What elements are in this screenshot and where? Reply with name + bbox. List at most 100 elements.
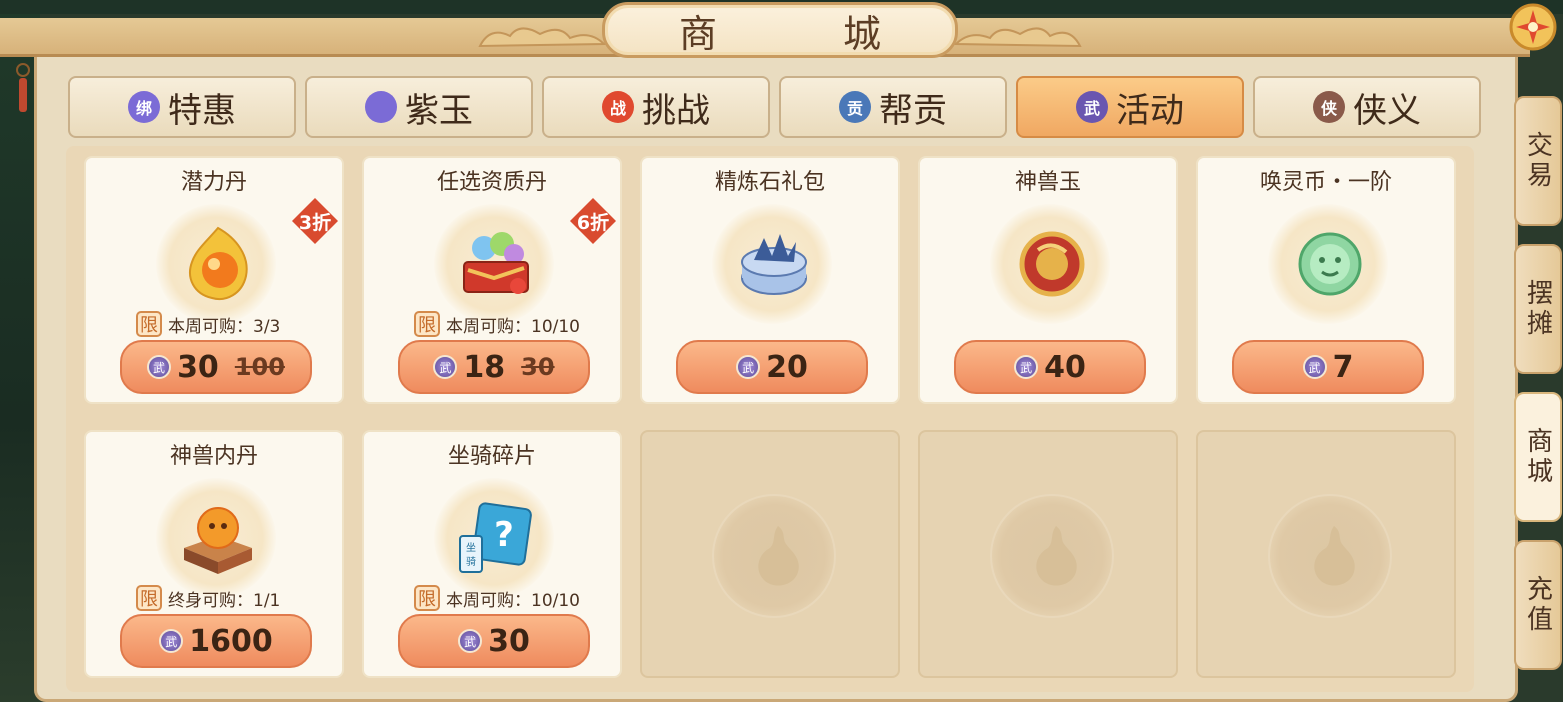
shop-item-card[interactable]: 神兽内丹限终身可购：1/1 武 1600 [84, 430, 344, 678]
purchase-limit: 限终身可购：1/1 [136, 584, 280, 612]
limit-text: 终身可购：1/1 [168, 590, 281, 611]
price: 1600 [189, 623, 273, 659]
spirit-coin-icon [1298, 232, 1362, 296]
svg-text:?: ? [494, 515, 514, 555]
shop-item-card[interactable]: 坐骑碎片? 坐骑限本周可购：10/10 武 30 [362, 430, 622, 678]
purchase-limit: 限本周可购：3/3 [136, 310, 280, 338]
limit-badge: 限 [414, 585, 440, 611]
activity-coin-icon: 武 [1302, 355, 1327, 379]
item-name: 神兽玉 [1014, 170, 1081, 195]
buy-button[interactable]: 武 1600 [120, 614, 312, 668]
side-tab-2[interactable]: 商城 [1514, 392, 1562, 522]
activity-coin-icon: 武 [147, 355, 172, 379]
price: 20 [766, 349, 808, 385]
item-name: 神兽内丹 [169, 444, 258, 469]
tab-label: 活动 [1116, 90, 1184, 131]
placeholder-gourd-icon [1314, 526, 1355, 586]
cloud-ornament-right-icon [953, 27, 1082, 48]
price: 7 [1332, 349, 1354, 385]
buy-button[interactable]: 武7 [1232, 340, 1424, 394]
item-name: 潜力丹 [180, 170, 247, 195]
challenge-icon: 战 [602, 91, 634, 123]
page-title: 商 城 [678, 11, 925, 56]
buy-button[interactable]: 武 30 [398, 614, 590, 668]
buy-button[interactable]: 武 40 [954, 340, 1146, 394]
tab-1[interactable]: 紫玉 [305, 76, 533, 138]
tab-label: 帮贡 [879, 90, 947, 131]
price: 30 [177, 349, 219, 385]
tab-label: 紫玉 [405, 90, 473, 131]
limit-badge: 限 [414, 311, 440, 337]
chivalry-icon: 侠 [1313, 91, 1345, 123]
tab-4[interactable]: 武活动 [1016, 76, 1244, 138]
item-name: 任选资质丹 [436, 170, 547, 195]
activity-coin-icon: 武 [1014, 355, 1039, 379]
shop-item-card[interactable]: 唤灵币・一阶武 7 [1196, 156, 1456, 404]
divine-beast-jade-icon [1019, 231, 1085, 297]
tab-5[interactable]: 侠侠义 [1253, 76, 1481, 138]
mount-fragment-icon: ? 坐骑 [459, 502, 532, 573]
discount-badge: 3折 [290, 196, 340, 246]
side-tab-3[interactable]: 充值 [1514, 540, 1562, 670]
shop-item-card[interactable]: 神兽玉武 40 [918, 156, 1178, 404]
side-tab-label: 交易 [1522, 131, 1553, 191]
limit-text: 本周可购：10/10 [446, 590, 580, 611]
discount-badge: 6折 [568, 196, 618, 246]
item-name: 坐骑碎片 [447, 444, 536, 469]
side-tab-0[interactable]: 交易 [1514, 96, 1562, 226]
potential-pill-icon [189, 226, 248, 300]
purple-jade-icon [365, 91, 397, 123]
activity-coin-icon: 武 [736, 355, 761, 379]
title-plate: 商 城 [602, 2, 958, 58]
limit-badge: 限 [136, 311, 162, 337]
original-price: 30 [521, 353, 555, 381]
price: 18 [463, 349, 506, 385]
limit-text: 本周可购：3/3 [168, 316, 281, 337]
item-name: 唤灵币・一阶 [1259, 170, 1392, 195]
shop-item-card[interactable]: 任选资质丹 6折限本周可购：10/10 武 18 30 [362, 156, 622, 404]
limit-badge: 限 [136, 585, 162, 611]
price: 40 [1044, 349, 1086, 385]
tab-2[interactable]: 战挑战 [542, 76, 770, 138]
activity-coin-icon: 武 [159, 629, 184, 653]
original-price: 100 [234, 353, 285, 381]
purchase-limit: 限本周可购：10/10 [414, 310, 580, 338]
activity-coin-icon: 武 [433, 355, 458, 379]
side-tab-label: 商城 [1522, 427, 1553, 487]
empty-slot [640, 430, 900, 678]
tab-3[interactable]: 贡帮贡 [779, 76, 1007, 138]
buy-button[interactable]: 武 18 30 [398, 340, 590, 394]
side-tab-label: 摆摊 [1522, 279, 1553, 339]
item-grid: 潜力丹 3折限本周可购：3/3 武 30 100 任选资质丹 6折限本周可购：10/10 武 1… [66, 146, 1474, 692]
tab-label: 侠义 [1353, 90, 1421, 131]
buy-button[interactable]: 武 30 100 [120, 340, 312, 394]
guild-contribution-icon: 贡 [839, 91, 871, 123]
tab-0[interactable]: 绑特惠 [68, 76, 296, 138]
refining-stone-pack-icon [741, 234, 807, 295]
cloud-ornament-left-icon [478, 27, 607, 48]
limit-text: 本周可购：10/10 [446, 316, 580, 337]
side-tab-label: 充值 [1522, 575, 1553, 635]
discount-text: 3折 [298, 212, 332, 234]
discount-text: 6折 [576, 212, 610, 234]
price: 30 [488, 623, 530, 659]
close-icon[interactable] [1508, 2, 1558, 52]
shop-item-card[interactable]: 精炼石礼包武 20 [640, 156, 900, 404]
placeholder-gourd-icon [758, 526, 799, 586]
tassel-icon [16, 63, 30, 112]
side-tab-1[interactable]: 摆摊 [1514, 244, 1562, 374]
empty-slot [918, 430, 1178, 678]
jade-bound-icon: 绑 [128, 91, 160, 123]
shop-item-card[interactable]: 潜力丹 3折限本周可购：3/3 武 30 100 [84, 156, 344, 404]
beast-core-icon [184, 507, 252, 574]
activity-coin-icon: 武 [458, 629, 483, 653]
empty-slot [1196, 430, 1456, 678]
side-navigation: 交易 摆摊 商城 充值 [1514, 86, 1562, 686]
item-name: 精炼石礼包 [714, 170, 825, 195]
tab-label: 挑战 [642, 90, 710, 131]
buy-button[interactable]: 武 20 [676, 340, 868, 394]
svg-text:坐: 坐 [466, 542, 476, 554]
svg-text:骑: 骑 [466, 555, 476, 568]
aptitude-pill-chest-icon [463, 232, 529, 294]
placeholder-gourd-icon [1036, 526, 1077, 586]
